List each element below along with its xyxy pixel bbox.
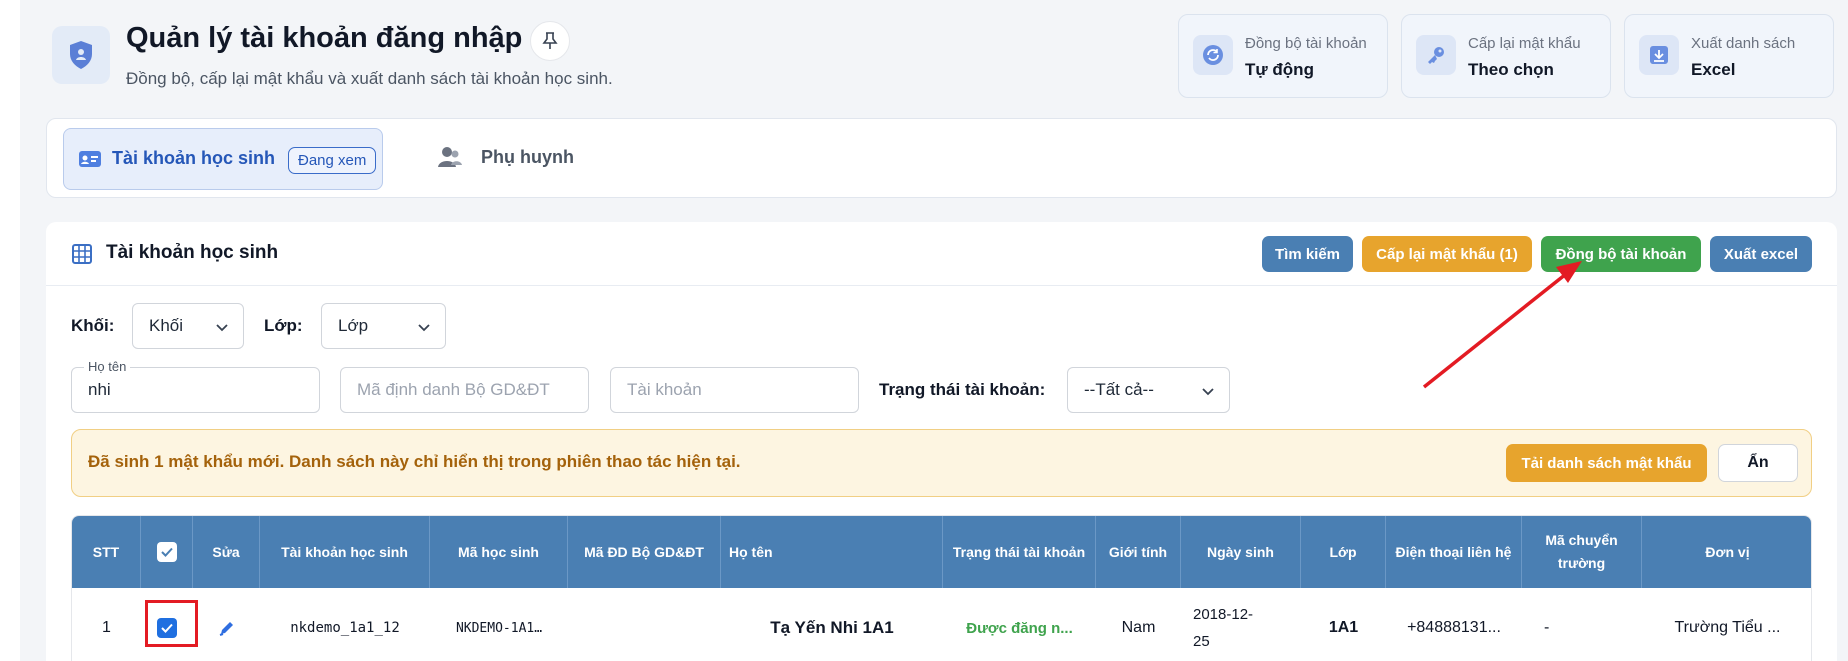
page-subtitle: Đồng bộ, cấp lại mật khẩu và xuất danh s… [126,69,613,88]
stat-label: Xuất danh sách [1691,35,1796,52]
sync-icon [1193,35,1233,75]
col-phone: Điện thoại liên hệ [1386,516,1522,588]
col-stt: STT [72,516,141,588]
shield-icon [52,26,110,84]
col-status: Trạng thái tài khoản [943,516,1096,588]
alert-message: Đã sinh 1 mật khẩu mới. Danh sách này ch… [88,452,741,471]
select-all-checkbox[interactable] [156,542,177,562]
cell-class: 1A1 [1328,619,1359,636]
stat-label: Đồng bộ tài khoản [1245,35,1367,52]
stat-value: Tự động [1245,60,1314,79]
sync-accounts-button[interactable]: Đồng bộ tài khoản [1541,236,1701,272]
cell-dob: 2018-12-25 [1193,606,1254,650]
status-filter-label: Trạng thái tài khoản: [879,380,1046,399]
password-alert: Đã sinh 1 mật khẩu mới. Danh sách này ch… [71,429,1812,497]
panel-title: Tài khoản học sinh [106,242,279,263]
cell-phone: +84888131... [1407,619,1501,636]
grade-label: Khối: [71,316,115,335]
panel-header: Tài khoản học sinh Tìm kiếm Cấp lại mật … [46,222,1837,286]
cell-student-code: NKDEMO-1A1… [455,620,543,636]
tab-student-accounts[interactable]: Tài khoản học sinh Đang xem [63,128,383,190]
class-select[interactable]: Lớp [321,303,446,349]
cell-name: Tạ Yến Nhi 1A1 [770,618,894,637]
stat-value: Excel [1691,60,1736,79]
users-icon [437,145,463,176]
name-field[interactable]: Họ tên nhi [71,359,320,413]
key-icon [1416,35,1456,75]
reset-password-button[interactable]: Cấp lại mật khẩu (1) [1362,236,1532,272]
ministry-id-input[interactable]: Mã định danh Bộ GD&ĐT [340,367,589,413]
tab-label: Tài khoản học sinh [112,148,276,168]
col-ministry-code: Mã ĐD Bộ GD&ĐT [568,516,721,588]
stat-card-reset: Cấp lại mật khẩu Theo chọn [1401,14,1611,98]
download-icon [1639,35,1679,75]
select-value: Lớp [338,316,369,335]
download-passwords-button[interactable]: Tải danh sách mật khẩu [1506,444,1707,482]
accounts-table: STT Sửa Tài khoản học sinh Mã học sinh M… [71,515,1812,661]
page-title: Quản lý tài khoản đăng nhập [126,22,523,54]
placeholder: Mã định danh Bộ GD&ĐT [357,380,550,399]
left-strip [0,0,20,661]
status-select[interactable]: --Tất cả-- [1067,367,1230,413]
cell-stt: 1 [102,619,111,636]
name-field-value: nhi [88,380,111,399]
export-excel-button[interactable]: Xuất excel [1710,236,1812,272]
edit-pencil-icon[interactable] [193,588,260,661]
account-input[interactable]: Tài khoản [610,367,859,413]
name-field-label: Họ tên [84,359,131,374]
cell-ministry-code [568,588,721,661]
highlight-box [145,600,198,647]
stat-label: Cấp lại mật khẩu [1468,35,1581,52]
grade-select[interactable]: Khối [132,303,244,349]
col-dob: Ngày sinh [1181,516,1301,588]
pin-icon[interactable] [530,21,570,61]
tab-label: Phụ huynh [481,147,574,167]
search-button[interactable]: Tìm kiếm [1262,236,1353,272]
id-card-icon [78,149,102,174]
col-gender: Giới tính [1096,516,1181,588]
stat-value: Theo chọn [1468,60,1554,79]
col-unit: Đơn vị [1705,543,1750,560]
cell-unit: Trường Tiểu ... [1674,619,1781,636]
cell-status: Được đăng n... [966,619,1073,637]
chevron-down-icon [1201,383,1215,403]
table-grid-icon [72,244,92,269]
stat-card-export: Xuất danh sách Excel [1624,14,1834,98]
col-edit: Sửa [193,516,260,588]
stat-card-sync: Đồng bộ tài khoản Tự động [1178,14,1388,98]
col-student-code: Mã học sinh [430,516,568,588]
chevron-down-icon [215,319,229,339]
cell-transfer-code: - [1544,619,1550,636]
cell-account: nkdemo_1a1_12 [290,620,400,636]
student-accounts-panel: Tài khoản học sinh Tìm kiếm Cấp lại mật … [46,222,1837,661]
hide-button[interactable]: Ẩn [1718,444,1798,482]
col-select-all [141,516,193,588]
status-badge: Đang xem [288,147,377,174]
cell-gender: Nam [1121,619,1156,636]
class-label: Lớp: [264,316,303,335]
col-name: Họ tên [721,516,943,588]
chevron-down-icon [417,319,431,339]
select-value: --Tất cả-- [1084,380,1154,399]
table-header: STT Sửa Tài khoản học sinh Mã học sinh M… [72,516,1811,588]
col-account: Tài khoản học sinh [260,516,430,588]
select-value: Khối [149,316,184,335]
col-transfer-code: Mã chuyển trường [1522,516,1642,588]
col-class: Lớp [1301,516,1386,588]
placeholder: Tài khoản [627,380,702,399]
tab-bar: Tài khoản học sinh Đang xem Phụ huynh [46,118,1837,198]
